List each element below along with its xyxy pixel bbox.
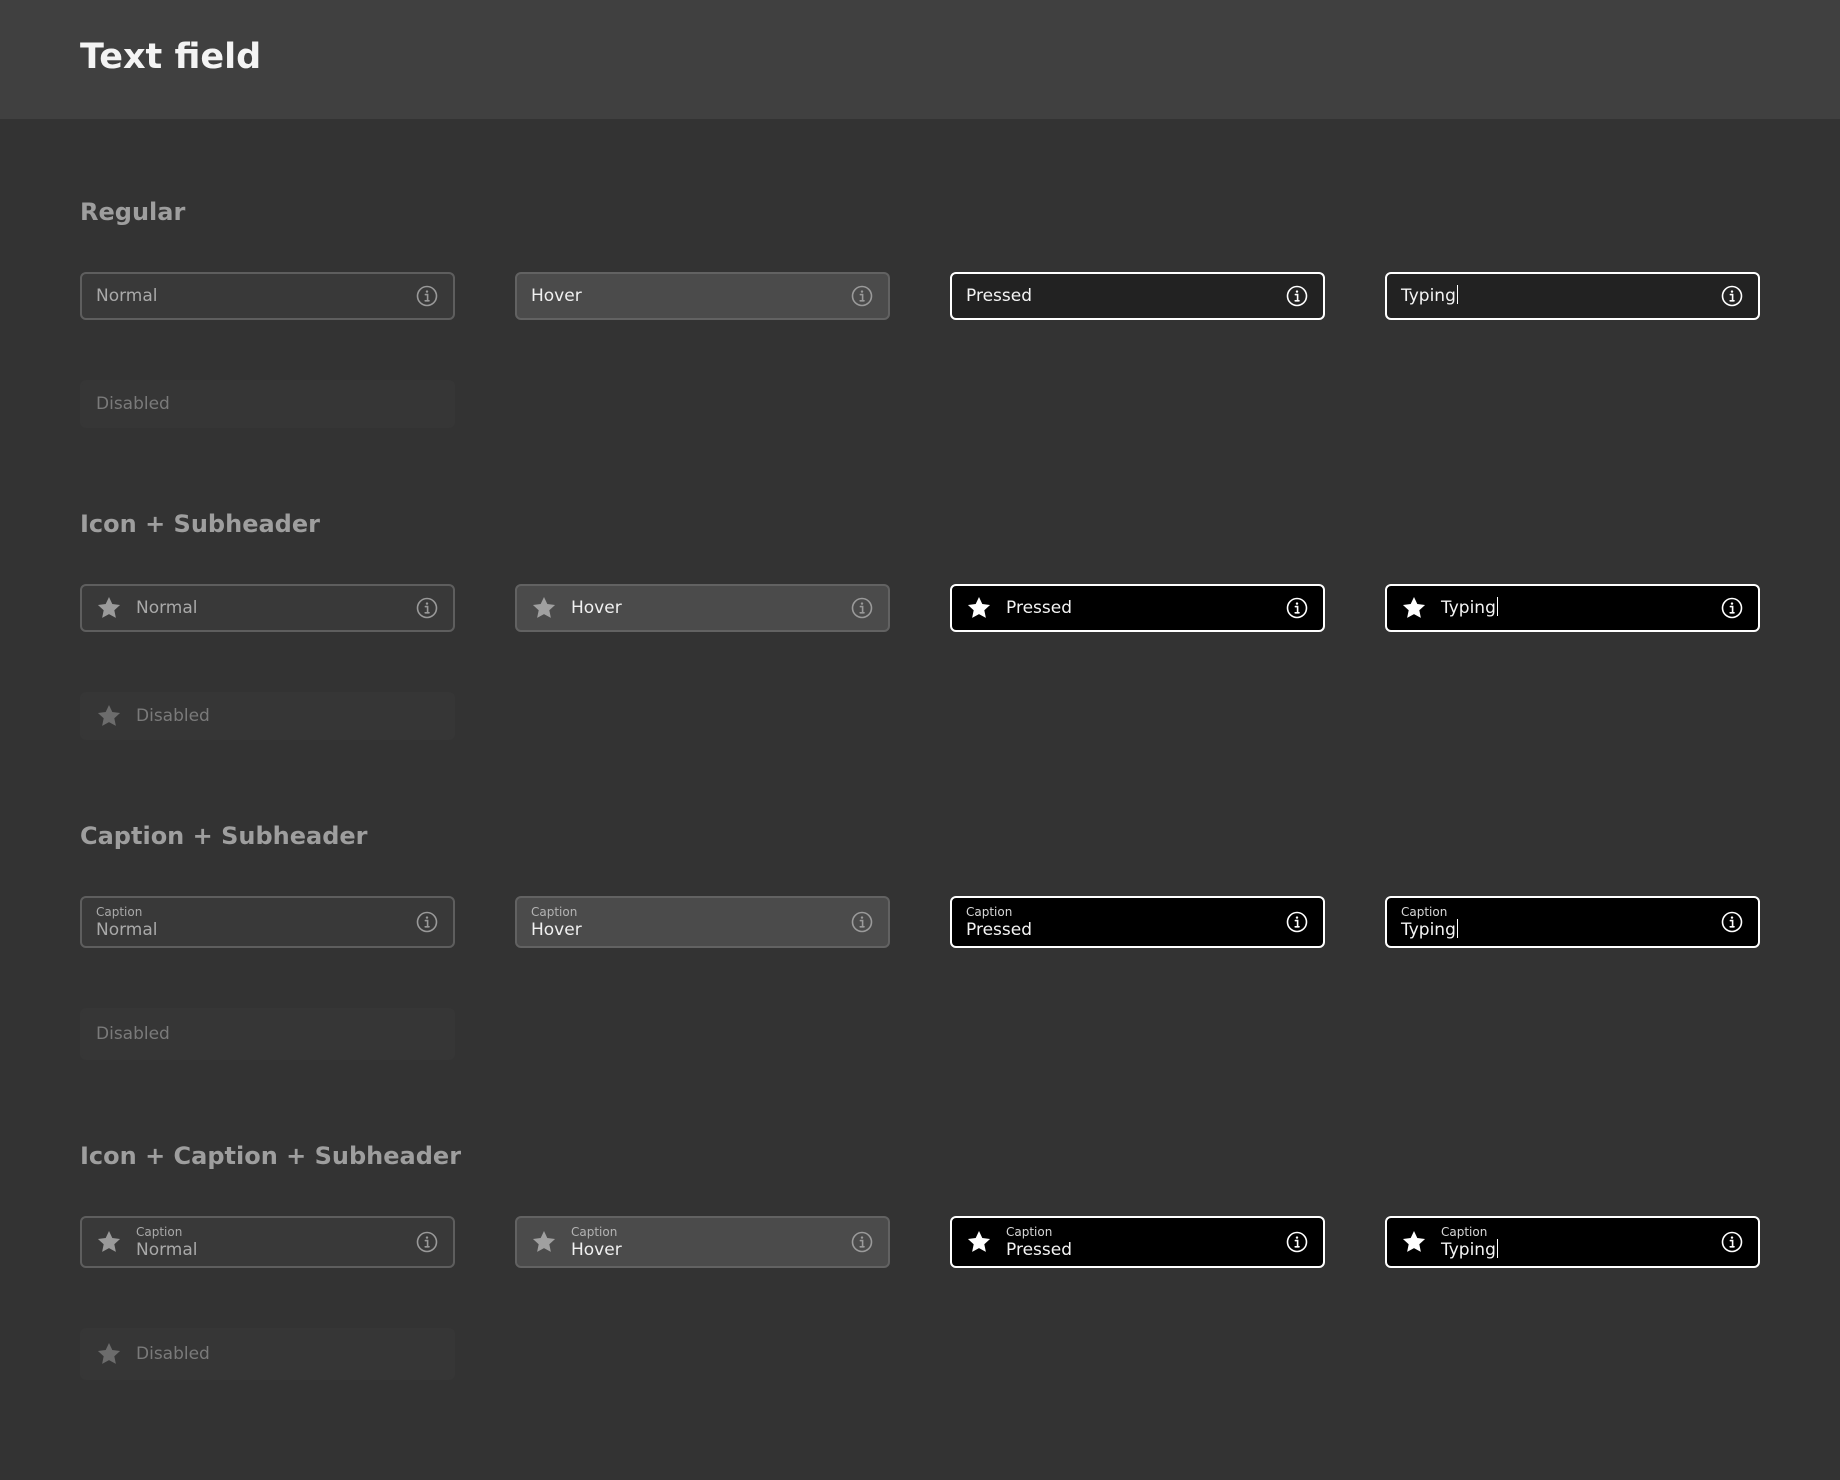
star-icon xyxy=(1401,595,1427,621)
field-value: Normal xyxy=(136,1240,198,1260)
info-icon[interactable] xyxy=(1720,284,1744,308)
info-icon[interactable] xyxy=(850,910,874,934)
icon-text-field-disabled: Disabled xyxy=(80,692,455,740)
section-title-regular: Regular xyxy=(80,198,186,226)
icon-text-field-hover[interactable]: Hover xyxy=(515,584,890,632)
icon-text-field-typing[interactable]: Typing xyxy=(1385,584,1760,632)
caption-text-field-hover[interactable]: Caption Hover xyxy=(515,896,890,948)
star-icon xyxy=(1401,1229,1427,1255)
info-icon[interactable] xyxy=(1285,596,1309,620)
info-icon[interactable] xyxy=(415,910,439,934)
icon-caption-text-field-hover[interactable]: Caption Hover xyxy=(515,1216,890,1268)
icon-caption-text-field-pressed[interactable]: Caption Pressed xyxy=(950,1216,1325,1268)
field-value: Pressed xyxy=(966,286,1032,306)
field-caption: Caption xyxy=(136,1225,183,1239)
field-value: Typing xyxy=(1441,598,1496,618)
info-icon[interactable] xyxy=(415,1230,439,1254)
field-value: Normal xyxy=(96,286,158,306)
caption-text-field-normal[interactable]: Caption Normal xyxy=(80,896,455,948)
field-value: Disabled xyxy=(96,1024,170,1044)
field-value: Pressed xyxy=(1006,1240,1072,1260)
text-field-hover[interactable]: Hover xyxy=(515,272,890,320)
text-field-disabled: Disabled xyxy=(80,380,455,428)
field-caption: Caption xyxy=(571,1225,618,1239)
text-cursor xyxy=(1456,919,1458,938)
text-field-normal[interactable]: Normal xyxy=(80,272,455,320)
icon-text-field-pressed[interactable]: Pressed xyxy=(950,584,1325,632)
star-icon xyxy=(96,1341,122,1367)
info-icon[interactable] xyxy=(1285,284,1309,308)
header-bar: Text field xyxy=(0,0,1840,119)
field-value: Hover xyxy=(531,286,582,306)
info-icon[interactable] xyxy=(1285,910,1309,934)
info-icon[interactable] xyxy=(1720,1230,1744,1254)
field-value: Disabled xyxy=(136,706,210,726)
text-field-pressed[interactable]: Pressed xyxy=(950,272,1325,320)
info-icon[interactable] xyxy=(850,596,874,620)
field-value: Disabled xyxy=(136,1344,210,1364)
field-value: Typing xyxy=(1441,1240,1496,1260)
icon-caption-text-field-disabled: Disabled xyxy=(80,1328,455,1380)
text-cursor xyxy=(1496,597,1498,616)
star-icon xyxy=(96,703,122,729)
section-title-caption-subheader: Caption + Subheader xyxy=(80,822,368,850)
field-value: Disabled xyxy=(96,394,170,414)
star-icon xyxy=(96,595,122,621)
info-icon[interactable] xyxy=(1720,910,1744,934)
star-icon xyxy=(966,595,992,621)
field-value: Typing xyxy=(1401,920,1456,940)
caption-text-field-disabled: Disabled xyxy=(80,1008,455,1060)
text-cursor xyxy=(1496,1239,1498,1258)
text-cursor xyxy=(1456,285,1458,304)
field-caption: Caption xyxy=(966,905,1013,919)
field-value: Pressed xyxy=(1006,598,1072,618)
field-value: Pressed xyxy=(966,920,1032,940)
caption-text-field-typing[interactable]: Caption Typing xyxy=(1385,896,1760,948)
star-icon xyxy=(96,1229,122,1255)
info-icon[interactable] xyxy=(1720,596,1744,620)
field-value: Normal xyxy=(96,920,158,940)
field-value: Hover xyxy=(531,920,582,940)
field-value: Hover xyxy=(571,598,622,618)
text-field-typing[interactable]: Typing xyxy=(1385,272,1760,320)
page-title: Text field xyxy=(80,37,262,77)
field-caption: Caption xyxy=(96,905,143,919)
field-value: Normal xyxy=(136,598,198,618)
info-icon[interactable] xyxy=(415,284,439,308)
field-caption: Caption xyxy=(1006,1225,1053,1239)
star-icon xyxy=(966,1229,992,1255)
field-value: Typing xyxy=(1401,286,1456,306)
icon-caption-text-field-normal[interactable]: Caption Normal xyxy=(80,1216,455,1268)
icon-caption-text-field-typing[interactable]: Caption Typing xyxy=(1385,1216,1760,1268)
section-title-icon-subheader: Icon + Subheader xyxy=(80,510,320,538)
info-icon[interactable] xyxy=(850,1230,874,1254)
section-title-icon-caption-subheader: Icon + Caption + Subheader xyxy=(80,1142,462,1170)
info-icon[interactable] xyxy=(415,596,439,620)
caption-text-field-pressed[interactable]: Caption Pressed xyxy=(950,896,1325,948)
icon-text-field-normal[interactable]: Normal xyxy=(80,584,455,632)
field-caption: Caption xyxy=(1441,1225,1488,1239)
info-icon[interactable] xyxy=(1285,1230,1309,1254)
field-value: Hover xyxy=(571,1240,622,1260)
field-caption: Caption xyxy=(531,905,578,919)
star-icon xyxy=(531,595,557,621)
star-icon xyxy=(531,1229,557,1255)
info-icon[interactable] xyxy=(850,284,874,308)
field-caption: Caption xyxy=(1401,905,1448,919)
